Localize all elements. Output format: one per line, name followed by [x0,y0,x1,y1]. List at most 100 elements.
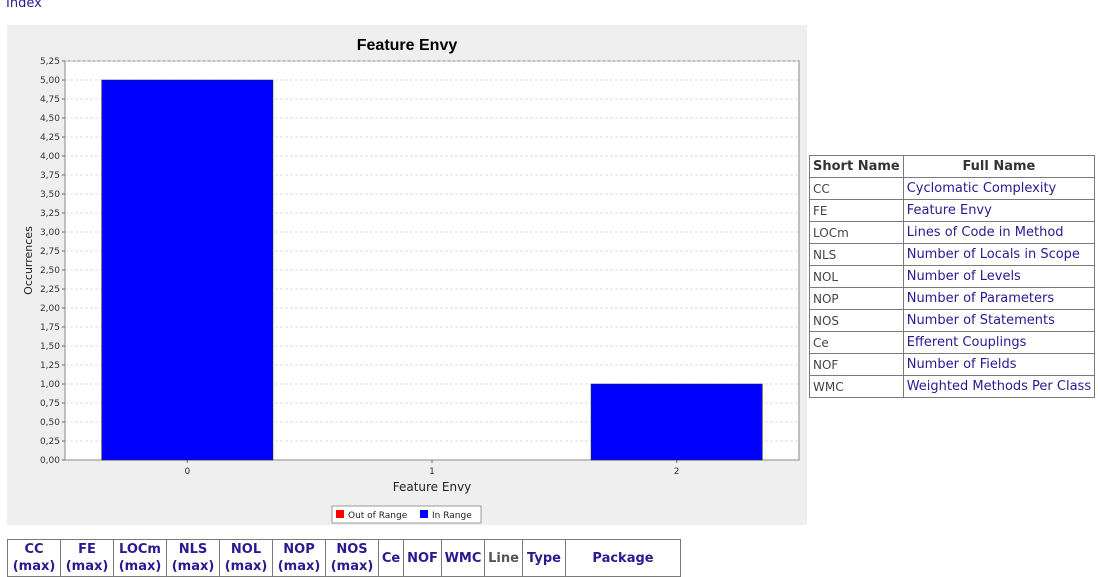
metric-full-name-link[interactable]: Cyclomatic Complexity [902,177,1096,200]
metric-full-name-link[interactable]: Number of Locals in Scope [902,243,1096,266]
metrics-header-row: CC (max) FE (max) LOCm (max) NLS (max) NOL (max) N… [7,539,681,577]
metric-name-row: CC Cyclomatic Complexity [809,177,1096,200]
y-tick-label: 2,50 [40,266,60,276]
legend-swatch [336,510,344,518]
x-tick-label: 0 [184,467,190,477]
metric-full-name-link[interactable]: Number of Statements [902,309,1096,332]
metrics-column-header[interactable]: NOF [403,539,442,577]
x-tick-label: 1 [429,467,435,477]
y-tick-label: 1,50 [40,342,60,352]
metrics-column-header[interactable]: NOP (max) [272,539,326,577]
metrics-column-sublabel: (max) [65,559,109,574]
metrics-column-label: Package [592,550,654,566]
full-name-header: Full Name [902,155,1096,178]
metric-name-row: WMC Weighted Methods Per Class [809,375,1096,398]
metric-short-name: NOP [809,287,904,310]
metric-name-header-row: Short Name Full Name [809,155,1096,178]
metrics-column-label: Ce [381,550,401,566]
metrics-column-header[interactable]: Package [565,539,681,577]
y-tick-label: 0,75 [40,399,60,409]
metrics-column-header[interactable]: NOS (max) [325,539,379,577]
metrics-column-header[interactable]: NLS (max) [166,539,220,577]
y-tick-label: 1,00 [40,380,60,390]
metric-name-row: NLS Number of Locals in Scope [809,243,1096,266]
legend-swatch [420,510,428,518]
metrics-column-label: NOP [283,542,315,557]
x-tick-label: 2 [674,467,680,477]
metric-full-name-link[interactable]: Feature Envy [902,199,1096,222]
metrics-column-sublabel: (max) [171,559,215,574]
metrics-column-header[interactable]: NOL (max) [219,539,273,577]
y-tick-label: 3,50 [40,190,60,200]
metric-full-name-link[interactable]: Number of Parameters [902,287,1096,310]
metrics-column-label: Line [488,550,519,566]
metrics-column-header[interactable]: FE (max) [60,539,114,577]
metric-full-name-link[interactable]: Number of Fields [902,353,1096,376]
metric-short-name: NOF [809,353,904,376]
metrics-column-header[interactable]: Type [522,539,566,577]
y-tick-label: 1,25 [40,361,60,371]
metric-name-row: NOL Number of Levels [809,265,1096,288]
metric-short-name: NLS [809,243,904,266]
metric-full-name-link[interactable]: Number of Levels [902,265,1096,288]
bar [590,383,763,461]
feature-envy-chart: Feature Envy 0,00 0,25 0,50 0,75 1,00 1,25 1,50… [7,25,807,525]
metrics-column-header[interactable]: CC (max) [7,539,61,577]
y-tick-label: 4,75 [40,95,60,105]
y-tick-label: 4,50 [40,114,60,124]
y-tick-label: 0,00 [40,456,60,466]
index-link[interactable]: Index [6,0,42,11]
metrics-column-sublabel: (max) [12,559,56,574]
y-tick-label: 3,00 [40,228,60,238]
legend-label: Out of Range [348,511,408,521]
metric-short-name: LOCm [809,221,904,244]
metric-short-name: FE [809,199,904,222]
metrics-column-label: CC [24,542,44,557]
metric-name-row: NOS Number of Statements [809,309,1096,332]
y-tick-label: 5,25 [40,57,60,67]
metrics-column-sublabel: (max) [330,559,374,574]
metric-short-name: Ce [809,331,904,354]
y-tick-label: 3,25 [40,209,60,219]
y-tick-label: 4,00 [40,152,60,162]
metrics-column-label: NLS [178,542,208,557]
y-tick-label: 5,00 [40,76,60,86]
metric-short-name: WMC [809,375,904,398]
metric-short-name: NOS [809,309,904,332]
y-tick-label: 0,50 [40,418,60,428]
metrics-column-header[interactable]: Line [484,539,523,577]
chart-title: Feature Envy [357,37,458,54]
y-axis-label: Occurrences [22,226,35,295]
metric-full-name-link[interactable]: Efferent Couplings [902,331,1096,354]
metric-short-name: CC [809,177,904,200]
metrics-column-label: WMC [444,550,482,566]
metric-name-row: FE Feature Envy [809,199,1096,222]
metrics-table: CC (max) FE (max) LOCm (max) NLS (max) NOL (max) N… [7,539,681,577]
short-name-header: Short Name [809,155,904,178]
legend-label: In Range [432,511,472,521]
metric-name-row: Ce Efferent Couplings [809,331,1096,354]
metrics-column-header[interactable]: LOCm (max) [113,539,167,577]
bar [101,79,274,461]
metrics-column-label: NOF [407,550,438,566]
y-tick-label: 0,25 [40,437,60,447]
metrics-column-label: Type [527,550,561,566]
metrics-column-header[interactable]: WMC [441,539,485,577]
metric-full-name-link[interactable]: Weighted Methods Per Class [902,375,1096,398]
y-tick-label: 2,00 [40,304,60,314]
metric-name-row: NOP Number of Parameters [809,287,1096,310]
metrics-column-sublabel: (max) [277,559,321,574]
metric-full-name-link[interactable]: Lines of Code in Method [902,221,1096,244]
y-tick-label: 1,75 [40,323,60,333]
y-tick-label: 3,75 [40,171,60,181]
metric-short-name: NOL [809,265,904,288]
metrics-column-sublabel: (max) [118,559,162,574]
chart-svg: Feature Envy 0,00 0,25 0,50 0,75 1,00 1,25 1,50… [22,37,800,524]
y-tick-label: 2,75 [40,247,60,257]
y-tick-label: 2,25 [40,285,60,295]
metrics-column-sublabel: (max) [224,559,268,574]
metric-name-table-body: CC Cyclomatic Complexity FE Feature Envy LOC… [809,177,1096,398]
metric-name-row: NOF Number of Fields [809,353,1096,376]
metrics-column-label: NOL [230,542,262,557]
metrics-column-header[interactable]: Ce [378,539,404,577]
